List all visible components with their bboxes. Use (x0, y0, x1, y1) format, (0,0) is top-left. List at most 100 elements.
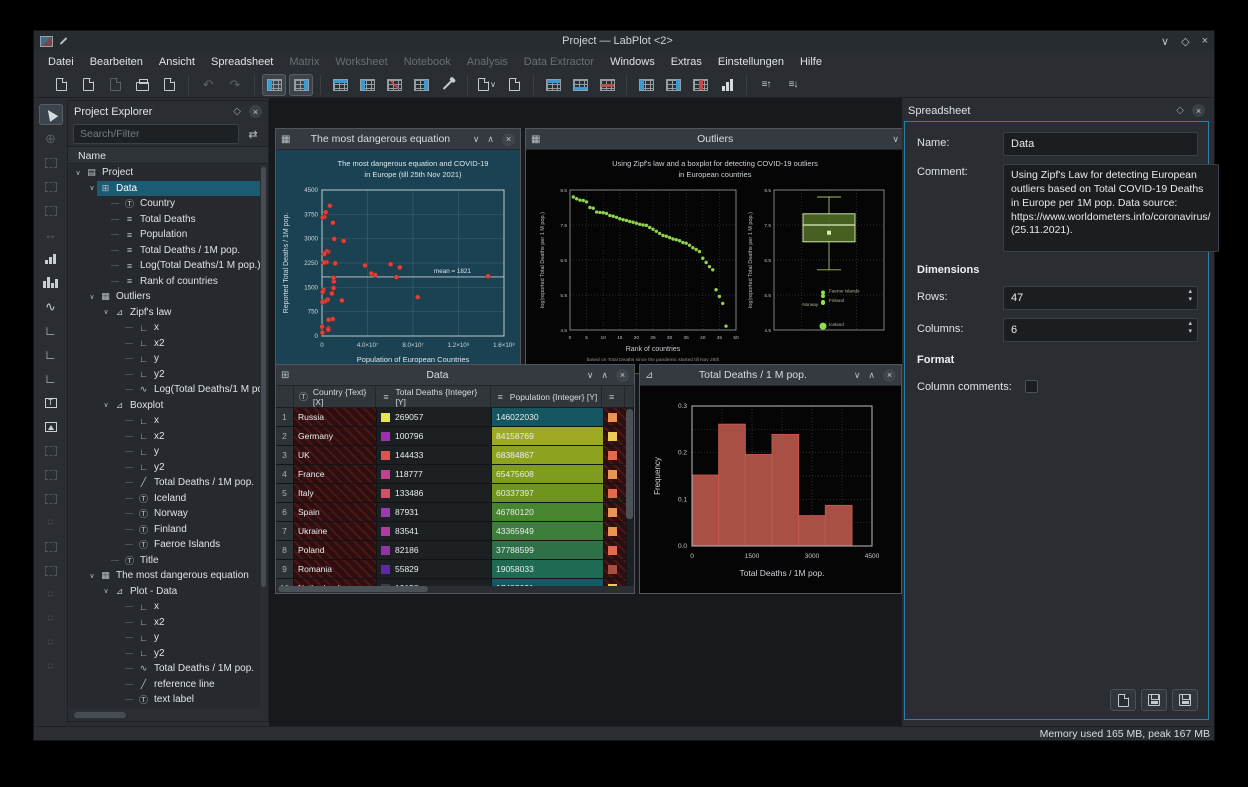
export-button[interactable] (157, 74, 181, 96)
tree-item-y2[interactable]: ∟ y2 (69, 367, 260, 383)
column-comments-checkbox[interactable] (1025, 380, 1038, 393)
expander-icon[interactable]: ∨ (87, 184, 97, 192)
menu-windows[interactable]: Windows (602, 53, 663, 71)
remove-columns-button[interactable] (688, 74, 712, 96)
cell-country[interactable]: Germany (294, 427, 377, 446)
tree-item-y[interactable]: ∟ y (69, 444, 260, 460)
columns-spin-arrows[interactable]: ▴ ▾ (1188, 320, 1192, 336)
expander-icon[interactable]: ∨ (101, 401, 111, 409)
menu-datei[interactable]: Datei (40, 53, 82, 71)
properties-dock-header[interactable]: Spreadsheet ◇ × (902, 100, 1211, 121)
tree-item-x2[interactable]: ∟ x2 (69, 336, 260, 352)
spreadsheet-header-row[interactable]: Ⓣ Country {Text} [X] ≡ Total Deaths {Intege… (276, 386, 634, 408)
cell-total-deaths[interactable]: 269057 (377, 408, 492, 427)
cell-population[interactable]: 19058033 (492, 560, 604, 579)
tree-item-rank-of-countries[interactable]: ≡ Rank of countries (69, 274, 260, 290)
tree-item-project[interactable]: ∨ ▤ Project (69, 165, 260, 181)
tree-item-total-deaths-1m-pop-[interactable]: ∿ Total Deaths / 1M pop. (69, 661, 260, 677)
tree-vertical-scrollbar[interactable] (261, 167, 266, 587)
tree-item-population[interactable]: ≡ Population (69, 227, 260, 243)
maximize-icon[interactable]: ∧ (487, 134, 494, 145)
new-axis-icon[interactable]: ∟ (39, 320, 63, 341)
float-dock-icon[interactable]: ◇ (1176, 105, 1184, 116)
restore-icon[interactable]: ∨ (854, 370, 861, 381)
cell-total-deaths[interactable]: 83541 (377, 522, 492, 541)
minimize-button[interactable]: ∨ (1161, 35, 1169, 48)
tree-horizontal-scrollbar[interactable] (74, 712, 126, 718)
cell-country[interactable]: Italy (294, 484, 377, 503)
tree-item-the-most-dangerous-equation[interactable]: ∨ ▦ The most dangerous equation (69, 568, 260, 584)
subwindow-titlebar[interactable]: ▦ Outliers ∨ (526, 129, 902, 150)
export-spreadsheet-button[interactable] (1110, 689, 1136, 711)
new-fit-curve-icon[interactable]: ∿ (39, 296, 63, 317)
toggle-properties-dock-button[interactable] (289, 73, 313, 96)
new-workbook-button[interactable] (355, 74, 379, 96)
restore-icon[interactable]: ∨ (473, 134, 480, 145)
cell-total-deaths[interactable]: 100796 (377, 427, 492, 446)
sort-descending-button[interactable]: ≡↓ (781, 74, 805, 96)
column-header[interactable]: ≡ Population {Integer} [Y] (491, 386, 603, 407)
cell-population[interactable]: 46780120 (492, 503, 604, 522)
tree-item-log-total-deaths-1-m-pop-[interactable]: ∿ Log(Total Deaths/1 M pop.) (69, 382, 260, 398)
rows-spinbox[interactable]: 47 (1003, 286, 1198, 310)
new-axis-simple-icon[interactable]: ∟ (39, 368, 63, 389)
maximize-button[interactable]: ◇ (1181, 35, 1189, 48)
new-axis-ticks-icon[interactable]: ∟ (39, 344, 63, 365)
expander-icon[interactable]: ∨ (101, 308, 111, 316)
insert-row-below-button[interactable] (568, 74, 592, 96)
cell-total-deaths[interactable]: 144433 (377, 446, 492, 465)
menu-spreadsheet[interactable]: Spreadsheet (203, 53, 281, 71)
row-number[interactable]: 7 (276, 522, 294, 541)
cell-country[interactable]: France (294, 465, 377, 484)
remove-rows-button[interactable] (595, 74, 619, 96)
new-histogram-icon[interactable] (39, 272, 63, 293)
column-header[interactable] (625, 386, 634, 407)
cell-country[interactable]: Poland (294, 541, 377, 560)
cell-rate[interactable] (604, 560, 627, 579)
menu-extras[interactable]: Extras (663, 53, 710, 71)
cell-total-deaths[interactable]: 82186 (377, 541, 492, 560)
tree-item-y2[interactable]: ∟ y2 (69, 646, 260, 662)
cell-total-deaths[interactable]: 87931 (377, 503, 492, 522)
cell-rate[interactable] (604, 484, 627, 503)
save-button[interactable] (1141, 689, 1167, 711)
row-number[interactable]: 4 (276, 465, 294, 484)
row-number[interactable]: 5 (276, 484, 294, 503)
row-number[interactable]: 2 (276, 427, 294, 446)
cell-population[interactable]: 43365949 (492, 522, 604, 541)
navigate-cursor-icon[interactable] (38, 104, 63, 125)
cell-rate[interactable] (604, 503, 627, 522)
cell-country[interactable]: Ukraine (294, 522, 377, 541)
tree-item-x2[interactable]: ∟ x2 (69, 615, 260, 631)
spreadsheet-horizontal-scrollbar[interactable] (278, 586, 428, 592)
rows-spin-arrows[interactable]: ▴ ▾ (1188, 288, 1192, 304)
column-statistics-button[interactable] (715, 74, 739, 96)
float-dock-icon[interactable]: ◇ (233, 106, 241, 117)
cell-country[interactable]: UK (294, 446, 377, 465)
expander-icon[interactable]: ∨ (101, 587, 111, 595)
column-header[interactable]: Ⓣ Country {Text} [X] (294, 386, 377, 407)
cell-country[interactable]: Netherlands (294, 579, 377, 586)
menu-ansicht[interactable]: Ansicht (151, 53, 203, 71)
import-file-button[interactable]: ∨ (475, 74, 499, 96)
tree-item-y[interactable]: ∟ y (69, 351, 260, 367)
tree-item-faeroe-islands[interactable]: Ⓣ Faeroe Islands (69, 537, 260, 553)
tree-item-x[interactable]: ∟ x (69, 320, 260, 336)
new-text-label-icon[interactable]: T (39, 392, 63, 413)
new-spreadsheet-button[interactable] (382, 74, 406, 96)
menu-einstellungen[interactable]: Einstellungen (710, 53, 792, 71)
tree-item-y[interactable]: ∟ y (69, 630, 260, 646)
tree-item-text-label[interactable]: Ⓣtext label (69, 692, 260, 708)
column-header[interactable]: ≡ (602, 386, 626, 407)
row-number[interactable]: 3 (276, 446, 294, 465)
expander-icon[interactable]: ∨ (87, 572, 97, 580)
cell-total-deaths[interactable]: 133486 (377, 484, 492, 503)
spreadsheet-vertical-scrollbar[interactable] (626, 409, 633, 519)
cell-population[interactable]: 146022030 (492, 408, 604, 427)
name-field[interactable]: Data (1003, 132, 1198, 156)
cell-rate[interactable] (604, 427, 627, 446)
row-number[interactable]: 6 (276, 503, 294, 522)
save-as-button[interactable] (1172, 689, 1198, 711)
maximize-icon[interactable]: ∧ (601, 370, 608, 381)
cell-country[interactable]: Spain (294, 503, 377, 522)
